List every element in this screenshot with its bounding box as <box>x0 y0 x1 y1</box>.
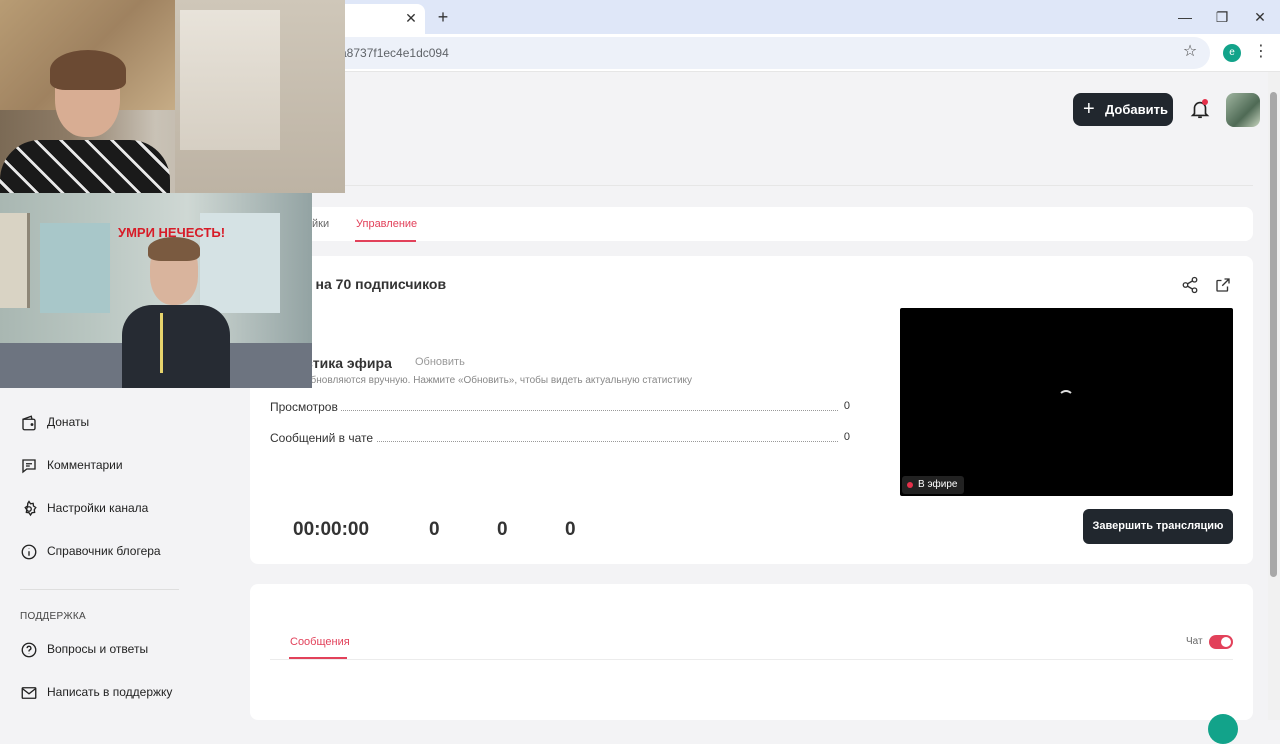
end-stream-button[interactable]: Завершить трансляцию <box>1083 509 1233 544</box>
title-divider <box>300 185 1253 186</box>
webcam-overlay-1 <box>0 0 345 193</box>
stats-note: обновляются вручную. Нажмите «Обновить»,… <box>305 375 693 386</box>
chat-toggle-label: Чат <box>1186 636 1203 647</box>
stat-label: Просмотров <box>270 400 341 414</box>
sidebar-item-faq[interactable]: Вопросы и ответы <box>20 640 220 660</box>
stat-row-views: Просмотров 0 <box>270 400 850 416</box>
chat-toggle[interactable] <box>1209 635 1233 649</box>
info-icon <box>21 544 37 560</box>
counter-3: 0 <box>565 519 576 540</box>
support-heading: ПОДДЕРЖКА <box>20 611 86 622</box>
stat-label: Сообщений в чате <box>270 431 377 445</box>
floating-action-button[interactable] <box>1208 714 1238 744</box>
tab-close-icon[interactable]: ✕ <box>400 7 422 29</box>
mail-icon <box>21 687 37 699</box>
share-icon[interactable] <box>1181 276 1199 294</box>
stat-row-chat-messages: Сообщений в чате 0 <box>270 431 850 447</box>
stat-value: 0 <box>839 400 850 412</box>
restore-icon[interactable]: ❐ <box>1210 6 1234 28</box>
sidebar-item-label: Вопросы и ответы <box>47 642 149 656</box>
stream-title: М на 70 подписчиков <box>300 276 447 292</box>
minimize-icon[interactable]: — <box>1173 6 1197 28</box>
user-avatar[interactable] <box>1226 93 1260 127</box>
bookmark-star-icon[interactable]: ☆ <box>1180 42 1200 62</box>
open-external-icon[interactable] <box>1214 276 1232 294</box>
sidebar-item-comments[interactable]: Комментарии <box>20 456 220 476</box>
stat-value: 0 <box>839 431 850 443</box>
stream-timer: 00:00:00 <box>293 519 370 540</box>
active-tab-indicator <box>355 240 416 242</box>
tab-settings[interactable]: йки <box>312 218 329 230</box>
sidebar-item-donations[interactable]: Донаты <box>20 413 220 433</box>
sidebar-item-label: Комментарии <box>47 458 123 472</box>
live-badge: В эфире <box>902 476 964 494</box>
refresh-link[interactable]: Обновить <box>415 356 465 368</box>
tab-messages[interactable]: Сообщения <box>290 636 350 648</box>
sidebar-item-label: Настройки канала <box>47 501 149 515</box>
browser-menu-icon[interactable]: ⋮ <box>1252 42 1270 62</box>
scrollbar-thumb[interactable] <box>1270 92 1277 577</box>
sidebar-item-label: Донаты <box>47 415 90 429</box>
gear-icon <box>24 500 37 517</box>
page-scrollbar[interactable] <box>1268 72 1280 720</box>
sidebar-item-blogger-guide[interactable]: Справочник блогера <box>20 542 220 562</box>
plus-icon: + <box>1083 98 1095 120</box>
window-close-icon[interactable]: ✕ <box>1248 6 1272 28</box>
sidebar-item-contact-support[interactable]: Написать в поддержку <box>20 683 220 703</box>
loading-spinner-icon <box>1058 390 1074 406</box>
profile-avatar-icon[interactable]: e <box>1223 44 1241 62</box>
wallet-icon <box>22 415 36 431</box>
chat-divider <box>270 659 1233 660</box>
sidebar-item-channel-settings[interactable]: Настройки канала <box>20 499 220 519</box>
add-button-label: Добавить <box>1105 102 1168 117</box>
new-tab-icon[interactable]: + <box>432 6 454 28</box>
question-icon <box>21 642 37 658</box>
counter-1: 0 <box>429 519 440 540</box>
live-label: В эфире <box>918 479 958 490</box>
counter-2: 0 <box>497 519 508 540</box>
tab-manage[interactable]: Управление <box>356 218 417 230</box>
url-text: a8737f1ec4e1dc094 <box>340 46 449 60</box>
overlay-caption: УМРИ НЕЧЕСТЬ! <box>118 225 226 240</box>
sidebar-divider <box>20 589 179 590</box>
sidebar-item-label: Написать в поддержку <box>47 685 173 699</box>
stats-title: стика эфира <box>305 355 392 371</box>
address-bar[interactable]: a8737f1ec4e1dc094 <box>270 37 1210 69</box>
sidebar-item-label: Справочник блогера <box>47 544 161 558</box>
chat-card <box>250 584 1253 720</box>
toggle-knob <box>1221 637 1231 647</box>
live-dot <box>907 482 913 488</box>
webcam-overlay-2: УМРИ НЕЧЕСТЬ! <box>0 193 312 388</box>
comment-icon <box>22 459 36 474</box>
add-button[interactable]: + Добавить <box>1073 93 1173 126</box>
notification-dot <box>1202 99 1208 105</box>
